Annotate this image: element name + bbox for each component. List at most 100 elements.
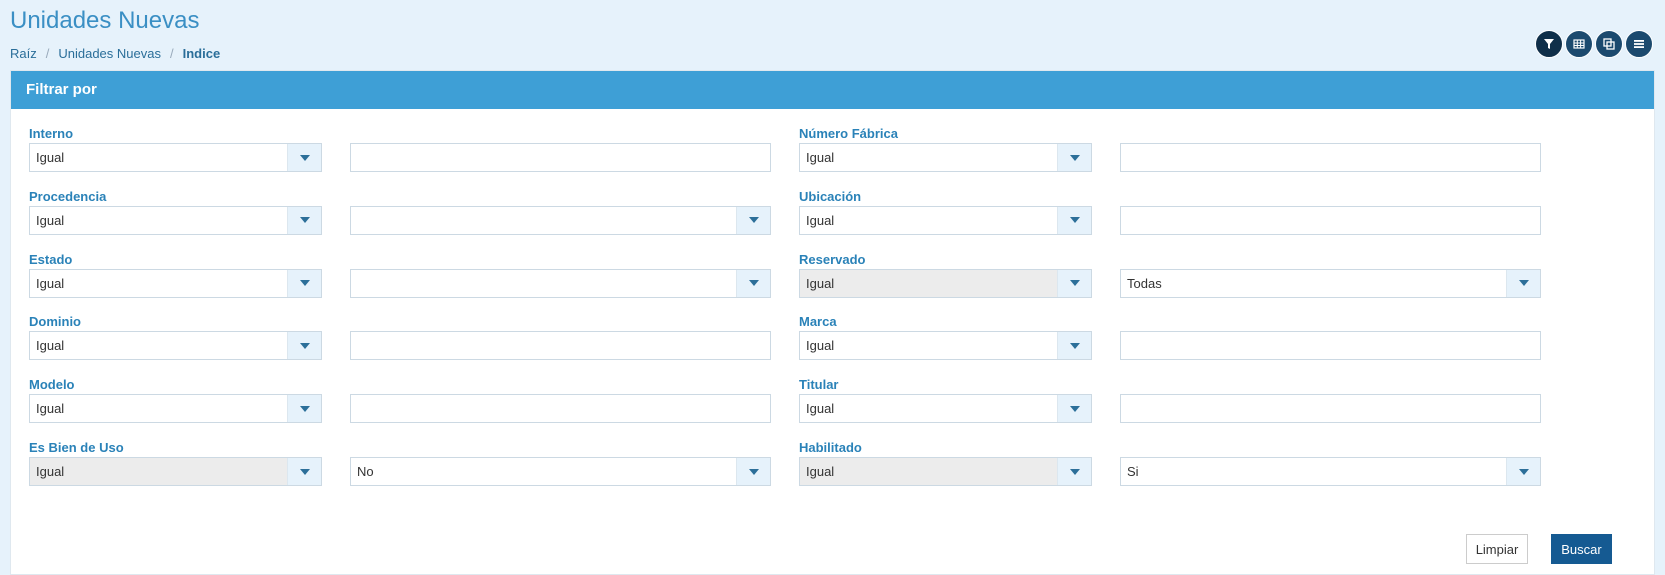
breadcrumb-root[interactable]: Raíz	[10, 46, 37, 61]
caret-down-icon	[299, 405, 310, 412]
dropdown-toggle[interactable]	[287, 269, 321, 297]
menu-button[interactable]	[1625, 30, 1653, 58]
value-input-interno[interactable]	[350, 143, 771, 172]
value-select-estado[interactable]	[350, 268, 771, 298]
operator-value: Igual	[806, 401, 835, 417]
operator-value: Igual	[36, 275, 65, 291]
filter-panel: Filtrar por Interno Igual Procedencia Igual…	[10, 70, 1655, 575]
toolbar	[1535, 30, 1653, 58]
breadcrumb-unidades-nuevas[interactable]: Unidades Nuevas	[58, 46, 161, 61]
value-select-procedencia[interactable]	[350, 205, 771, 235]
filter-label-interno: Interno	[29, 126, 74, 141]
operator-select-es-bien-de-uso[interactable]: Igual	[29, 457, 322, 486]
caret-down-icon	[1069, 468, 1080, 475]
operator-value: Igual	[806, 150, 835, 165]
filter-label-ubicacion: Ubicación	[799, 188, 862, 204]
menu-icon	[1634, 40, 1644, 48]
dropdown-toggle[interactable]	[736, 269, 770, 297]
copy-button[interactable]	[1595, 30, 1623, 58]
breadcrumb-separator: /	[45, 46, 50, 61]
operator-select-interno[interactable]: Igual	[29, 143, 322, 172]
dropdown-toggle[interactable]	[736, 458, 770, 485]
operator-select-habilitado[interactable]: Igual	[799, 457, 1092, 486]
operator-select-reservado[interactable]: Igual	[799, 268, 1092, 298]
dropdown-toggle[interactable]	[287, 332, 321, 360]
operator-select-titular[interactable]: Igual	[799, 394, 1092, 424]
caret-down-icon	[1518, 468, 1529, 475]
caret-down-icon	[299, 468, 310, 475]
dropdown-toggle[interactable]	[1057, 395, 1091, 423]
caret-down-icon	[748, 217, 759, 224]
operator-value: Igual	[36, 401, 65, 417]
caret-down-icon	[299, 342, 310, 349]
caret-down-icon	[1069, 405, 1080, 412]
value-text: Todas	[1127, 275, 1162, 291]
filter-label-es-bien-de-uso: Es Bien de Uso	[29, 440, 124, 455]
grid-view-button[interactable]	[1565, 30, 1593, 58]
value-input-titular[interactable]	[1120, 394, 1541, 424]
dropdown-toggle[interactable]	[1057, 458, 1091, 485]
filter-label-titular: Titular	[799, 377, 839, 393]
value-select-es-bien-de-uso[interactable]: No	[350, 457, 771, 486]
caret-down-icon	[1518, 280, 1529, 287]
caret-down-icon	[299, 217, 310, 224]
filter-label-modelo: Modelo	[29, 377, 75, 393]
filter-label-numero-fabrica: Número Fábrica	[799, 126, 898, 141]
caret-down-icon	[1069, 342, 1080, 349]
operator-select-numero-fabrica[interactable]: Igual	[799, 143, 1092, 172]
clear-button[interactable]: Limpiar	[1466, 534, 1528, 564]
filter-icon	[1544, 39, 1554, 49]
breadcrumb-separator: /	[169, 46, 174, 61]
value-select-habilitado[interactable]: Si	[1120, 457, 1541, 486]
page-header: Unidades Nuevas Raíz / Unidades Nuevas / Ind…	[0, 0, 1665, 70]
filter-label-habilitado: Habilitado	[799, 440, 862, 455]
filter-label-marca: Marca	[799, 314, 837, 330]
operator-select-estado[interactable]: Igual	[29, 268, 322, 298]
filter-label-procedencia: Procedencia	[29, 188, 107, 204]
copy-icon	[1603, 38, 1615, 50]
caret-down-icon	[748, 468, 759, 475]
grid-icon	[1573, 39, 1585, 49]
dropdown-toggle[interactable]	[287, 144, 321, 171]
dropdown-toggle[interactable]	[1506, 269, 1540, 297]
dropdown-toggle[interactable]	[287, 458, 321, 485]
operator-value: Igual	[806, 464, 835, 479]
operator-select-procedencia[interactable]: Igual	[29, 205, 322, 235]
dropdown-toggle[interactable]	[287, 395, 321, 423]
value-input-modelo[interactable]	[350, 394, 771, 424]
filter-label-reservado: Reservado	[799, 251, 866, 267]
dropdown-toggle[interactable]	[1057, 144, 1091, 171]
dropdown-toggle[interactable]	[1057, 269, 1091, 297]
caret-down-icon	[1069, 154, 1080, 161]
value-input-ubicacion[interactable]	[1120, 205, 1541, 235]
caret-down-icon	[1069, 217, 1080, 224]
caret-down-icon	[748, 280, 759, 287]
operator-value: Igual	[806, 338, 835, 354]
breadcrumb: Raíz / Unidades Nuevas / Indice	[10, 46, 220, 61]
operator-value: Igual	[36, 150, 65, 165]
value-input-marca[interactable]	[1120, 331, 1541, 361]
dropdown-toggle[interactable]	[736, 206, 770, 234]
operator-value: Igual	[36, 338, 65, 354]
value-input-numero-fabrica[interactable]	[1120, 143, 1541, 172]
panel-heading: Filtrar por	[11, 71, 1654, 109]
operator-value: Igual	[36, 464, 65, 479]
value-text: No	[357, 464, 374, 479]
operator-select-modelo[interactable]: Igual	[29, 394, 322, 424]
value-select-reservado[interactable]: Todas	[1120, 268, 1541, 298]
dropdown-toggle[interactable]	[1057, 332, 1091, 360]
dropdown-toggle[interactable]	[1506, 458, 1540, 485]
filter-label-dominio: Dominio	[29, 314, 81, 330]
operator-select-ubicacion[interactable]: Igual	[799, 205, 1092, 235]
operator-select-marca[interactable]: Igual	[799, 331, 1092, 361]
operator-select-dominio[interactable]: Igual	[29, 331, 322, 361]
search-button[interactable]: Buscar	[1551, 534, 1612, 564]
dropdown-toggle[interactable]	[1057, 206, 1091, 234]
value-input-dominio[interactable]	[350, 331, 771, 361]
operator-value: Igual	[806, 212, 835, 228]
caret-down-icon	[299, 280, 310, 287]
dropdown-toggle[interactable]	[287, 206, 321, 234]
filter-button[interactable]	[1535, 30, 1563, 58]
operator-value: Igual	[36, 212, 65, 228]
caret-down-icon	[1069, 280, 1080, 287]
